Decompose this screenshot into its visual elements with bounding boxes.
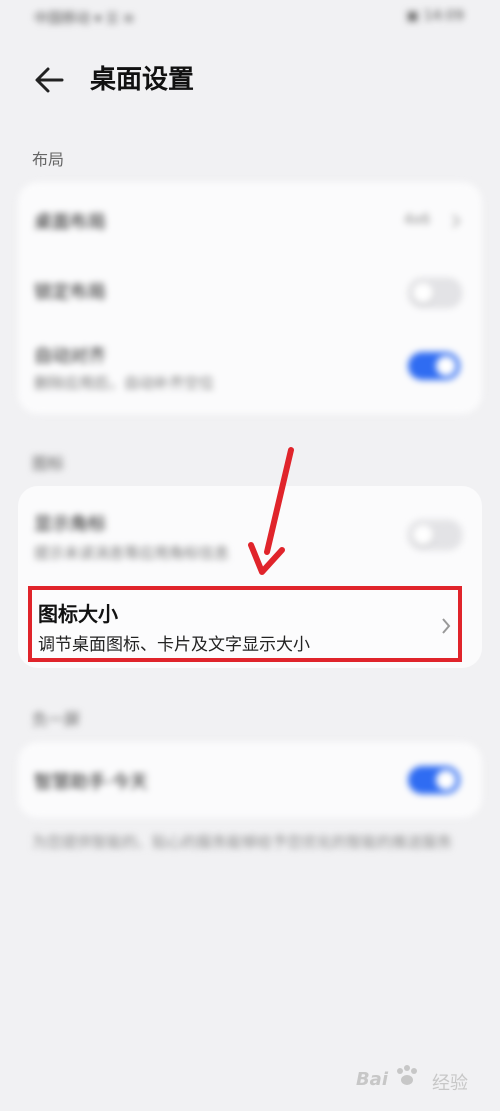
- chevron-right-icon: [442, 618, 451, 634]
- watermark: Bai 经验: [268, 1063, 468, 1097]
- icon-size-row[interactable]: 图标大小 调节桌面图标、卡片及文字显示大小: [28, 586, 462, 662]
- icon-size-title: 图标大小: [38, 602, 118, 626]
- badge-title: 显示角标: [34, 514, 106, 535]
- lock-layout-title: 锁定布局: [34, 282, 106, 303]
- more-settings-card: 智慧助手·今天: [18, 742, 482, 818]
- auto-align-row: 自动对齐 删除应用后，自动补齐空位: [18, 328, 482, 414]
- footnote-text: 为您提供智能的、贴心的服务能够给予您优化的智能的推送服务: [32, 833, 453, 851]
- watermark-logo: Bai: [355, 1069, 388, 1090]
- page-header: 桌面设置: [0, 50, 500, 110]
- chevron-right-icon: [452, 214, 461, 228]
- smart-assistant-toggle[interactable]: [408, 766, 460, 794]
- lock-layout-toggle[interactable]: [408, 278, 462, 308]
- desktop-layout-row[interactable]: 桌面布局 4x6: [18, 182, 482, 258]
- icon-size-subtitle: 调节桌面图标、卡片及文字显示大小: [38, 635, 310, 655]
- auto-align-title: 自动对齐: [34, 346, 106, 367]
- paw-icon: [397, 1065, 417, 1085]
- badge-subtitle: 提示未读消息等应用角标信息: [34, 544, 230, 562]
- desktop-layout-title: 桌面布局: [34, 212, 106, 233]
- smart-assistant-row: 智慧助手·今天: [18, 742, 482, 818]
- auto-align-subtitle: 删除应用后，自动补齐空位: [34, 374, 215, 392]
- desktop-layout-value: 4x6: [404, 212, 431, 228]
- section-label-icons: 图标: [32, 454, 65, 473]
- carrier-status: 中国移动 ▾ ☰ ≋: [34, 11, 135, 27]
- battery-time-status: ▣ 14:09: [405, 8, 464, 24]
- section-label-layout: 布局: [32, 150, 65, 169]
- watermark-text: 经验: [432, 1073, 468, 1094]
- page-title: 桌面设置: [90, 65, 195, 95]
- section-label-more: 负一屏: [32, 710, 81, 729]
- lock-layout-row: 锁定布局: [18, 258, 482, 328]
- badge-toggle[interactable]: [408, 520, 462, 550]
- smart-assistant-title: 智慧助手·今天: [34, 772, 148, 793]
- back-arrow-icon[interactable]: [30, 60, 70, 100]
- auto-align-toggle[interactable]: [408, 352, 460, 380]
- badge-row: 显示角标 提示未读消息等应用角标信息: [18, 486, 482, 582]
- status-bar: 中国移动 ▾ ☰ ≋ ▣ 14:09: [0, 0, 500, 40]
- layout-settings-card: 桌面布局 4x6 锁定布局 自动对齐 删除应用后，自动补齐空位: [18, 182, 482, 414]
